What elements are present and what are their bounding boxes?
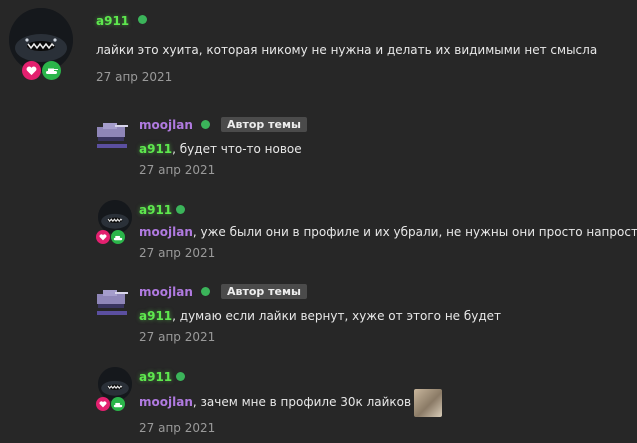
post-author-name[interactable]: a911 [139,203,172,217]
post-author-name[interactable]: moojlan [139,285,193,299]
post-author-name[interactable]: moojlan [139,118,193,132]
topic-author-tag: Автор темы [221,117,307,132]
tank-avatar[interactable] [95,117,129,151]
post-text: moojlan, зачем мне в профиле 30к лайков [139,388,443,417]
post-author-name[interactable]: a911 [96,14,129,28]
online-dot [176,372,185,381]
post-date[interactable]: 27 апр 2021 [96,70,172,84]
emoji-image [414,388,443,417]
topic-author-tag: Автор темы [221,284,307,299]
user-badges [96,230,125,244]
post-text: moojlan, уже были они в профиле и их убр… [139,225,637,239]
post-text: лайки это хуита, которая никому не нужна… [96,43,598,57]
tank-icon[interactable] [111,230,125,244]
post-date[interactable]: 27 апр 2021 [139,246,215,260]
post-date[interactable]: 27 апр 2021 [139,330,215,344]
tank-icon[interactable] [111,397,125,411]
heart-icon[interactable] [96,397,110,411]
online-dot [176,205,185,214]
post-text: a911, думаю если лайки вернут, хуже от э… [139,309,502,323]
post-date[interactable]: 27 апр 2021 [139,421,215,435]
heart-icon[interactable] [96,230,110,244]
mention-link[interactable]: moojlan [139,225,193,239]
online-dot [201,287,210,296]
shark-avatar[interactable] [98,367,132,401]
tank-icon[interactable] [42,61,61,80]
tank-avatar[interactable] [95,284,129,318]
post-text: a911, будет что-то новое [139,142,302,156]
user-badges [96,397,125,411]
online-dot [138,15,147,24]
mention-link[interactable]: a911 [139,309,172,323]
mention-link[interactable]: moojlan [139,395,193,409]
user-badges [22,61,61,80]
mention-link[interactable]: a911 [139,142,172,156]
post-date[interactable]: 27 апр 2021 [139,163,215,177]
shark-avatar[interactable] [98,200,132,234]
online-dot [201,120,210,129]
post-author-name[interactable]: a911 [139,370,172,384]
heart-icon[interactable] [22,61,41,80]
